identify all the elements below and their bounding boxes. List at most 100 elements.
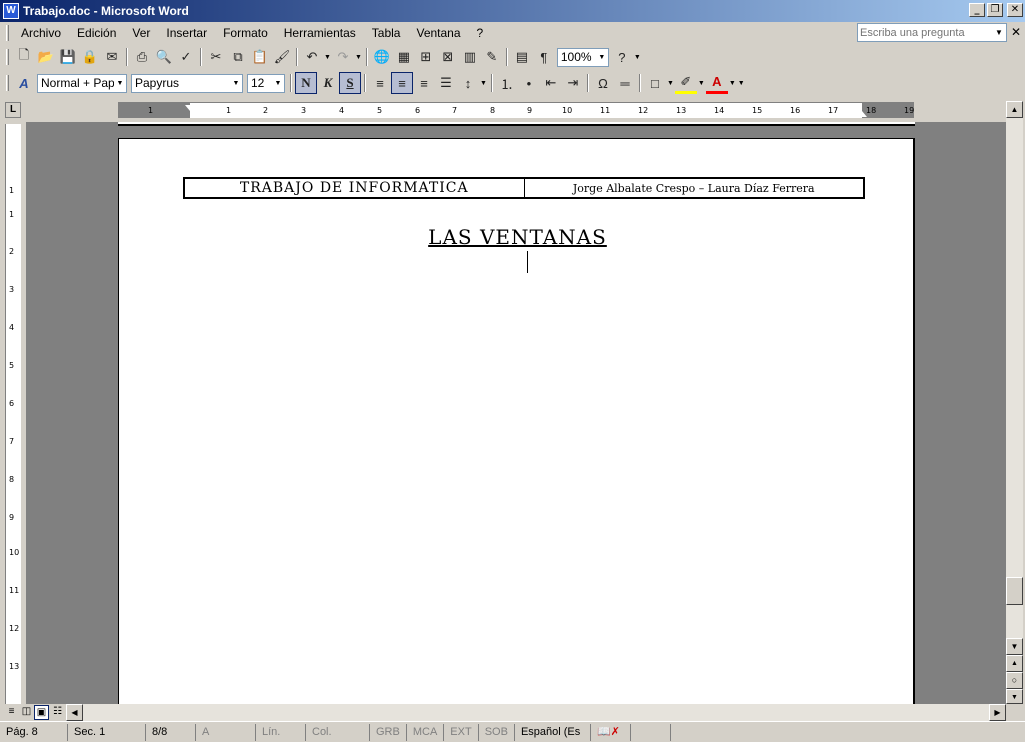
email-icon[interactable]: ✉ [101,46,123,68]
status-extend[interactable]: EXT [444,723,479,741]
header-title-cell[interactable]: TRABAJO DE INFORMATICA [185,179,525,197]
undo-icon[interactable]: ↶ [301,46,323,68]
line-spacing-dropdown-icon[interactable]: ▼ [480,80,487,87]
menu-help[interactable]: ? [469,26,492,40]
style-select[interactable]: Normal + Papyr ▼ [37,73,127,93]
italic-button[interactable]: K [317,72,339,94]
tab-selector[interactable]: L [5,102,21,118]
toolbar-options-icon[interactable]: ▼ [738,80,745,87]
scroll-right-icon[interactable]: ▶ [989,704,1006,721]
symbol-omega-icon[interactable]: Ω [592,72,614,94]
menu-tabla[interactable]: Tabla [364,26,409,40]
numbering-icon[interactable]: ⒈ [496,72,518,94]
font-color-dropdown-icon[interactable]: ▼ [729,80,736,87]
word-app-icon[interactable]: W [3,3,19,19]
cut-icon[interactable]: ✂ [205,46,227,68]
underline-button[interactable]: S [339,72,361,94]
status-record-macro[interactable]: GRB [370,723,407,741]
save-icon[interactable]: 💾 [57,46,79,68]
chevron-down-icon[interactable]: ▼ [114,75,126,92]
first-line-indent-marker[interactable] [185,105,195,111]
horizontal-scrollbar[interactable]: ◀ ▶ [66,704,1006,721]
status-language[interactable]: Español (Es [515,723,591,741]
vertical-scrollbar[interactable]: ▲ ▼ ▲ ○ ▼ [1006,101,1023,704]
align-left-icon[interactable]: ≡ [369,72,391,94]
redo-icon[interactable]: ↷ [332,46,354,68]
menu-edicion[interactable]: Edición [69,26,124,40]
right-indent-marker[interactable] [857,111,867,117]
bold-button[interactable]: N [295,72,317,94]
horizontal-line-icon[interactable]: ═ [614,72,636,94]
bullets-icon[interactable]: • [518,72,540,94]
vertical-ruler[interactable]: 1 1 2 3 4 5 6 7 8 9 10 11 12 13 [5,124,21,704]
tables-borders-icon[interactable]: ▦ [393,46,415,68]
scroll-left-icon[interactable]: ◀ [66,704,83,721]
normal-view-icon[interactable]: ≡ [4,705,19,720]
paste-icon[interactable]: 📋 [249,46,271,68]
new-document-icon[interactable]: 🗋 [13,46,35,68]
highlight-icon[interactable]: ✐ [674,72,697,94]
vertical-scroll-thumb[interactable] [1006,577,1023,605]
close-button[interactable]: ✕ [1007,3,1023,17]
web-view-icon[interactable]: ◫ [19,705,34,720]
menu-herramientas[interactable]: Herramientas [276,26,364,40]
borders-dropdown-icon[interactable]: ▼ [667,80,674,87]
font-select[interactable]: Papyrus ▼ [131,73,243,93]
ask-question-input[interactable] [858,24,992,41]
redo-dropdown-icon[interactable]: ▼ [355,54,362,61]
increase-indent-icon[interactable]: ⇥ [562,72,584,94]
borders-icon[interactable]: □ [644,72,666,94]
justify-icon[interactable]: ☰ [435,72,457,94]
menu-insertar[interactable]: Insertar [158,26,215,40]
help-icon[interactable]: ? [611,46,633,68]
scroll-down-icon[interactable]: ▼ [1006,638,1023,655]
chevron-down-icon[interactable]: ▼ [596,49,608,66]
document-close-button[interactable]: ✕ [1011,25,1021,39]
spelling-status-icon[interactable]: 📖✗ [591,723,631,741]
horizontal-ruler[interactable]: 1 1 2 3 4 5 6 7 8 9 10 11 12 13 14 15 16… [118,102,914,118]
ask-question-dropdown-icon[interactable]: ▼ [992,24,1006,41]
spelling-icon[interactable]: ✓ [175,46,197,68]
toolbar-options-icon[interactable]: ▼ [634,54,641,61]
header-authors-cell[interactable]: Jorge Albalate Crespo – Laura Díaz Ferre… [525,179,864,197]
previous-page-icon[interactable]: ▲ [1006,655,1023,672]
open-folder-icon[interactable]: 📂 [35,46,57,68]
outline-view-icon[interactable]: ☷ [50,705,65,720]
document-page[interactable]: TRABAJO DE INFORMATICA Jorge Albalate Cr… [118,138,915,704]
restore-button[interactable]: ❐ [987,3,1003,17]
insert-table-icon[interactable]: ⊞ [415,46,437,68]
menu-grip[interactable] [6,25,9,41]
status-track-changes[interactable]: MCA [407,723,445,741]
print-layout-view-icon[interactable]: ▣ [34,705,49,720]
menu-ventana[interactable]: Ventana [408,26,468,40]
chevron-down-icon[interactable]: ▼ [272,75,284,92]
minimize-button[interactable]: _ [969,3,985,17]
font-size-select[interactable]: 12 ▼ [247,73,285,93]
menu-ver[interactable]: Ver [124,26,158,40]
format-painter-icon[interactable]: 🖌 [271,46,293,68]
toolbar-grip[interactable] [6,75,9,91]
chevron-down-icon[interactable]: ▼ [230,75,242,92]
print-icon[interactable]: ⎙ [131,46,153,68]
zoom-select[interactable]: 100% ▼ [556,47,609,67]
select-browse-object-icon[interactable]: ○ [1006,672,1023,689]
toolbar-grip[interactable] [6,49,9,65]
font-color-icon[interactable]: A [705,72,728,94]
document-heading[interactable]: LAS VENTANAS [119,225,916,249]
drawing-icon[interactable]: ✎ [481,46,503,68]
decrease-indent-icon[interactable]: ⇤ [540,72,562,94]
line-spacing-icon[interactable]: ↕ [457,72,479,94]
hyperlink-icon[interactable]: 🌐 [371,46,393,68]
menu-formato[interactable]: Formato [215,26,276,40]
show-hide-pilcrow-icon[interactable]: ¶ [533,46,555,68]
undo-dropdown-icon[interactable]: ▼ [324,54,331,61]
menu-archivo[interactable]: Archivo [13,26,69,40]
columns-icon[interactable]: ▥ [459,46,481,68]
document-map-icon[interactable]: ▤ [511,46,533,68]
insert-excel-icon[interactable]: ⊠ [437,46,459,68]
align-center-icon[interactable]: ≡ [391,72,413,94]
align-right-icon[interactable]: ≡ [413,72,435,94]
next-page-icon[interactable]: ▼ [1006,689,1023,704]
print-preview-icon[interactable]: 🔍 [153,46,175,68]
styles-pane-icon[interactable]: A [13,72,35,94]
